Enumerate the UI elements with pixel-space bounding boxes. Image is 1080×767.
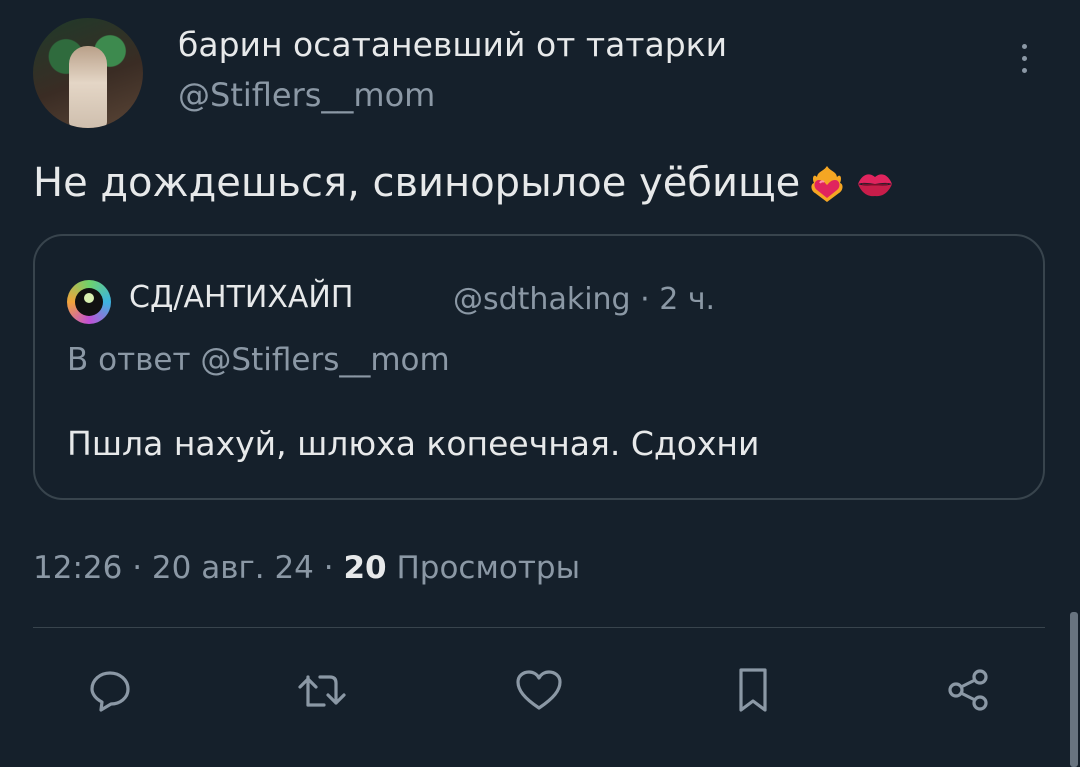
quoted-tweet-card[interactable]: СД/АНТИХАЙП @sdthaking · 2 ч. В ответ @S… [33, 234, 1045, 500]
reply-button[interactable] [80, 660, 140, 720]
views-label: Просмотры [386, 550, 581, 586]
author-avatar[interactable] [33, 18, 143, 128]
tweet-text: Не дождешься, свинорылое уёбище [33, 160, 801, 206]
more-options-icon[interactable] [1014, 44, 1034, 80]
tweet-meta: 12:26 · 20 авг. 24 · 20 Просмотры [33, 550, 580, 586]
scrollbar[interactable] [1070, 612, 1078, 767]
like-button[interactable] [509, 660, 569, 720]
share-icon [948, 669, 988, 711]
author-display-name[interactable]: барин осатаневший от татарки [178, 25, 727, 64]
tweet-detail-page: барин осатаневший от татарки @Stiflers__… [0, 0, 1080, 767]
bookmark-button[interactable] [723, 660, 783, 720]
tweet-timestamp[interactable]: 12:26 · 20 авг. 24 · [33, 550, 343, 586]
quoted-author-handle-time: @sdthaking · 2 ч. [453, 282, 716, 317]
quoted-author-avatar[interactable] [67, 280, 111, 324]
kiss-mark-icon [858, 174, 893, 197]
author-handle[interactable]: @Stiflers__mom [178, 76, 435, 114]
like-icon [516, 670, 562, 710]
tweet-body: Не дождешься, свинорылое уёбище [33, 160, 896, 206]
quoted-reply-to: В ответ @Stiflers__mom [67, 342, 450, 378]
avatar-photo-figure [69, 46, 107, 128]
quoted-tweet-text: Пшла нахуй, шлюха копеечная. Сдохни [67, 424, 760, 463]
reply-icon [90, 671, 130, 712]
retweet-button[interactable] [292, 660, 352, 720]
retweet-icon [298, 675, 346, 707]
quoted-author-name: СД/АНТИХАЙП [129, 280, 354, 315]
heart-on-fire-icon [811, 166, 843, 202]
action-bar [0, 660, 1080, 720]
views-count: 20 [343, 550, 387, 586]
divider [33, 627, 1045, 628]
bookmark-icon [739, 668, 767, 712]
share-button[interactable] [938, 660, 998, 720]
